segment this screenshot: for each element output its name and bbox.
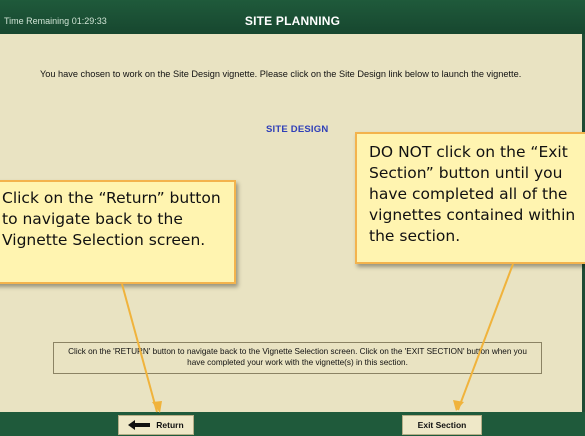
- exit-pointer-arrow: [457, 263, 514, 411]
- instructions-box: Click on the 'RETURN' button to navigate…: [53, 342, 542, 374]
- site-design-link[interactable]: SITE DESIGN: [266, 124, 328, 135]
- exit-arrowhead: [453, 400, 464, 411]
- exit-section-button-label: Exit Section: [417, 420, 467, 430]
- bottom-bar: [0, 412, 585, 436]
- return-callout-text: Click on the “Return” button to navigate…: [2, 189, 221, 249]
- page-title: SITE PLANNING: [244, 14, 341, 28]
- title-bar: Time Remaining 01:29:33 SITE PLANNING: [0, 0, 585, 34]
- intro-text: You have chosen to work on the Site Desi…: [40, 69, 522, 79]
- return-button[interactable]: Return: [118, 415, 194, 435]
- app-window: Time Remaining 01:29:33 SITE PLANNING Yo…: [0, 0, 585, 436]
- return-button-label: Return: [156, 420, 184, 430]
- exit-section-button[interactable]: Exit Section: [402, 415, 482, 435]
- exit-callout-text: DO NOT click on the “Exit Section” butto…: [369, 143, 576, 245]
- left-arrow-icon: [128, 420, 151, 430]
- return-callout: Click on the “Return” button to navigate…: [0, 180, 236, 284]
- exit-callout: DO NOT click on the “Exit Section” butto…: [355, 132, 585, 264]
